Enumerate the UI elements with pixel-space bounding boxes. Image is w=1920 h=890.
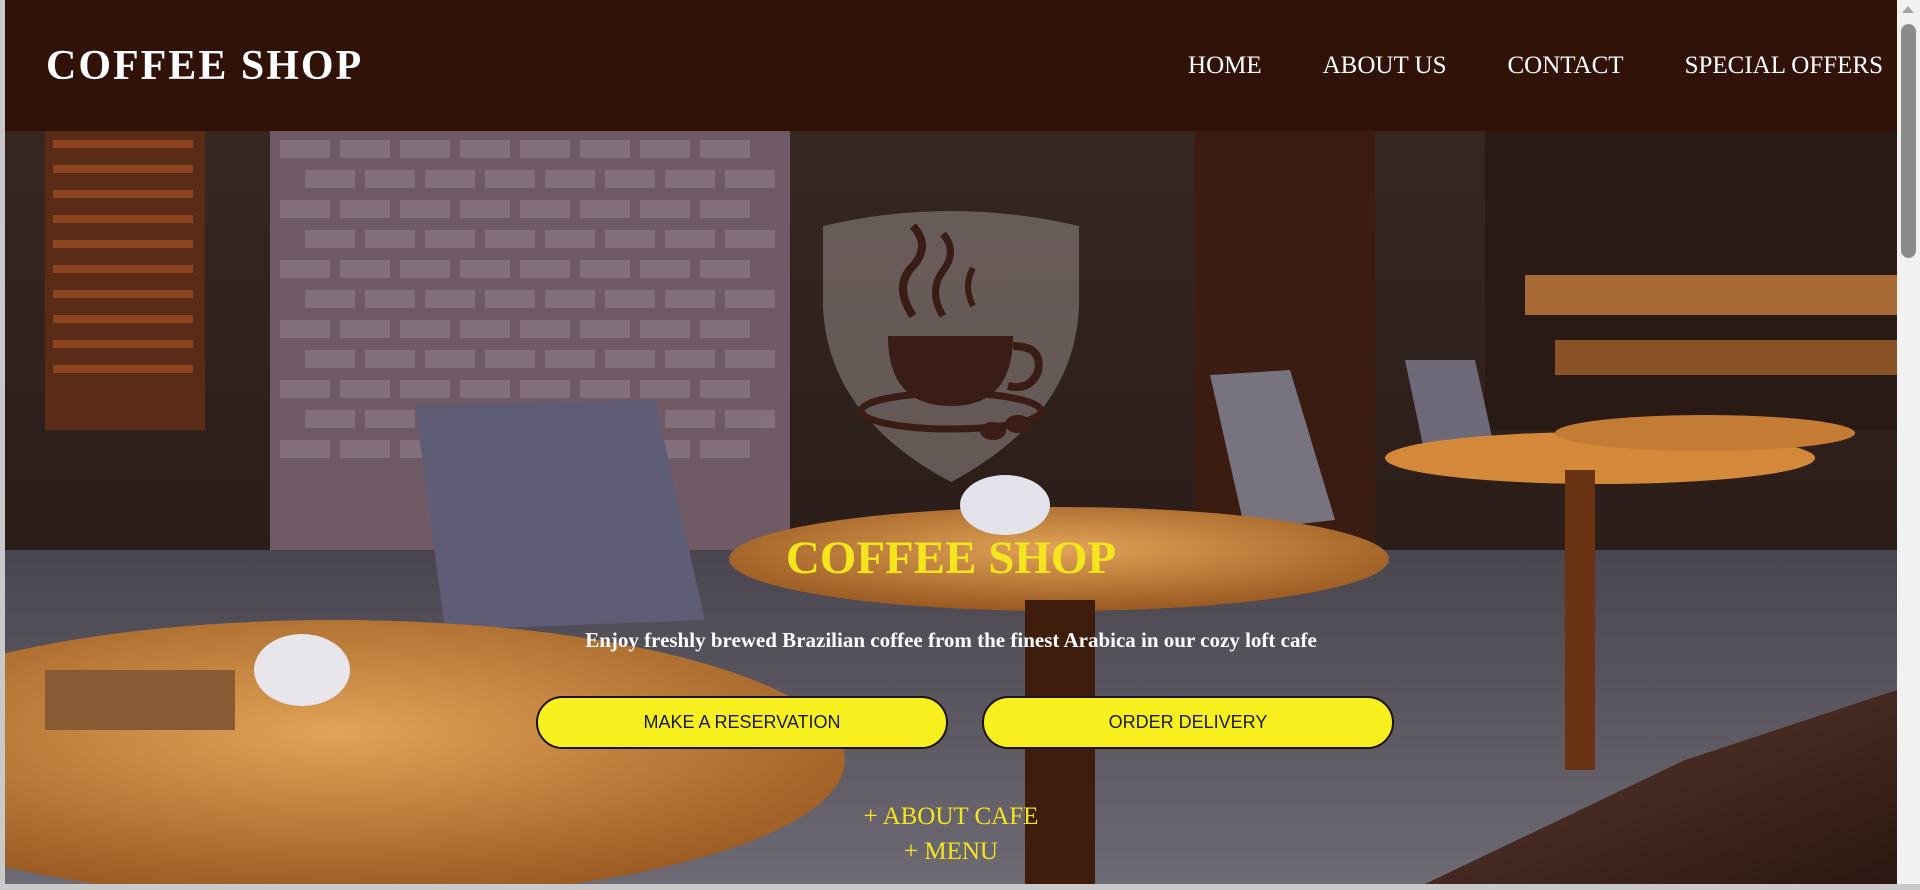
nav-about-us-link[interactable]: ABOUT US	[1323, 52, 1447, 80]
nav-contact-link[interactable]: CONTACT	[1508, 52, 1624, 80]
order-delivery-button[interactable]: ORDER DELIVERY	[982, 696, 1394, 749]
nav-special-offers-link[interactable]: SPECIAL OFFERS	[1685, 52, 1883, 80]
scrollbar-thumb[interactable]	[1901, 24, 1916, 258]
coffee-cup-shield-icon	[813, 206, 1089, 482]
nav-home-link[interactable]: HOME	[1188, 52, 1262, 80]
main-nav: HOME ABOUT US CONTACT SPECIAL OFFERS	[1188, 52, 1883, 80]
site-header: COFFEE SHOP HOME ABOUT US CONTACT SPECIA…	[5, 0, 1897, 131]
scroll-up-arrow-icon[interactable]	[1902, 6, 1914, 13]
page-frame: COFFEE SHOP HOME ABOUT US CONTACT SPECIA…	[5, 0, 1897, 884]
menu-toggle[interactable]: + MENU	[5, 838, 1897, 866]
brand-logo-text[interactable]: COFFEE SHOP	[46, 42, 363, 90]
hero-subtitle: Enjoy freshly brewed Brazilian coffee fr…	[585, 628, 1317, 652]
hero-title: COFFEE SHOP	[785, 532, 1117, 584]
about-cafe-toggle[interactable]: + ABOUT CAFE	[5, 803, 1897, 831]
make-reservation-button[interactable]: MAKE A RESERVATION	[536, 696, 948, 749]
